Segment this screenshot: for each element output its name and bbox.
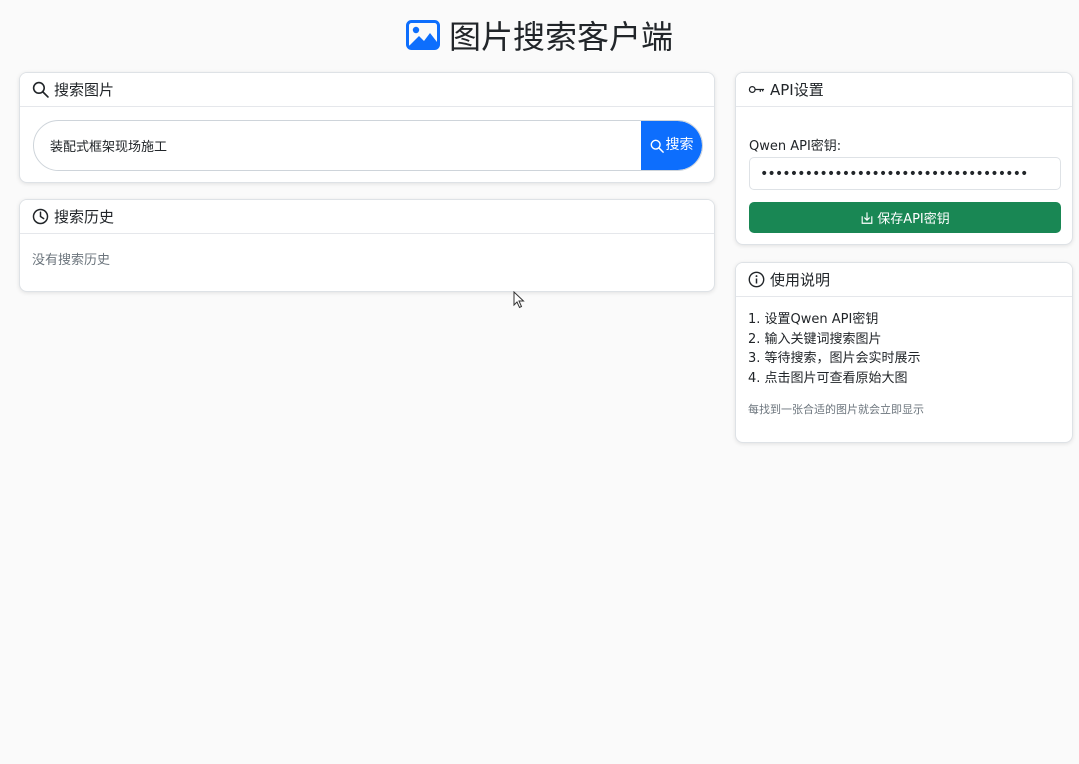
history-card: 搜索历史 没有搜索历史 xyxy=(19,199,715,292)
api-settings-header: API设置 xyxy=(736,73,1072,107)
api-key-input[interactable] xyxy=(749,157,1061,190)
save-api-key-button[interactable]: 保存API密钥 xyxy=(749,202,1061,233)
api-key-label: Qwen API密钥: xyxy=(749,139,842,154)
info-icon xyxy=(748,271,765,288)
search-card-title: 搜索图片 xyxy=(54,81,115,99)
key-icon xyxy=(748,86,765,93)
history-card-title: 搜索历史 xyxy=(54,208,115,226)
download-icon xyxy=(861,211,873,224)
search-button[interactable]: 搜索 xyxy=(641,121,702,170)
search-button-label: 搜索 xyxy=(665,137,694,153)
history-card-header: 搜索历史 xyxy=(20,200,714,234)
search-icon xyxy=(650,139,664,153)
usage-note: 每找到一张合适的图片就会立即显示 xyxy=(748,403,924,416)
app-header: 图片搜索客户端 xyxy=(0,14,1079,56)
usage-step: 3. 等待搜索，图片会实时展示 xyxy=(748,351,921,366)
usage-step: 1. 设置Qwen API密钥 xyxy=(748,312,879,327)
mouse-cursor-icon xyxy=(513,291,525,309)
search-card-header: 搜索图片 xyxy=(20,73,714,107)
search-card: 搜索图片 搜索 xyxy=(19,72,715,183)
save-api-key-label: 保存API密钥 xyxy=(877,212,950,227)
history-empty-text: 没有搜索历史 xyxy=(32,253,111,268)
usage-card: 使用说明 1. 设置Qwen API密钥 2. 输入关键词搜索图片 3. 等待搜… xyxy=(735,262,1073,443)
image-icon xyxy=(405,20,440,50)
app-title: 图片搜索客户端 xyxy=(448,18,673,56)
usage-step: 2. 输入关键词搜索图片 xyxy=(748,331,882,347)
search-input[interactable] xyxy=(34,121,642,170)
search-icon xyxy=(32,81,49,98)
api-settings-title: API设置 xyxy=(770,81,824,99)
search-bar: 搜索 xyxy=(33,120,703,171)
usage-card-header: 使用说明 xyxy=(736,263,1072,297)
search-button-content: 搜索 xyxy=(650,136,694,155)
api-settings-card: API设置 Qwen API密钥: 保存API密钥 xyxy=(735,72,1073,245)
clock-icon xyxy=(32,208,49,225)
usage-steps: 1. 设置Qwen API密钥 2. 输入关键词搜索图片 3. 等待搜索，图片会… xyxy=(748,310,921,388)
usage-card-title: 使用说明 xyxy=(770,271,831,289)
usage-step: 4. 点击图片可查看原始大图 xyxy=(748,370,908,386)
